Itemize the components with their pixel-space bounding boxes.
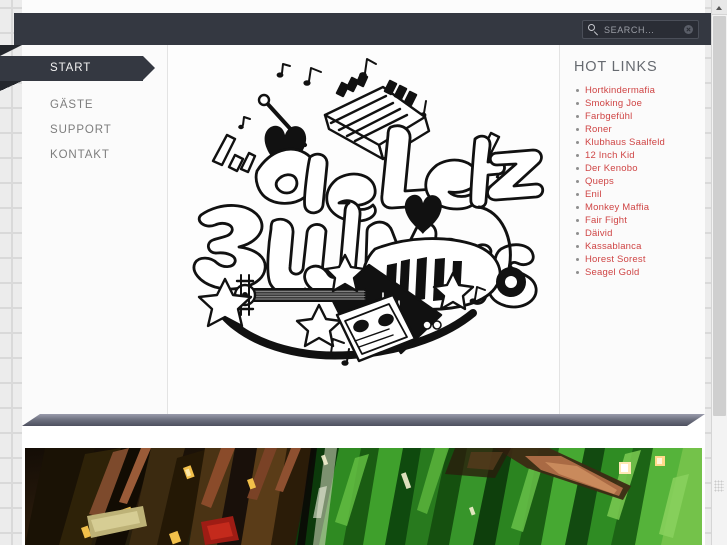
hot-links-list: Hortkindermafia Smoking Joe Farbgefühl R…	[571, 84, 701, 279]
artwork-panel	[168, 45, 560, 414]
list-item[interactable]: Farbgefühl	[576, 110, 701, 123]
nav-gap	[22, 81, 167, 93]
hot-links-panel: HOT LINKS Hortkindermafia Smoking Joe Fa…	[560, 45, 705, 414]
sidebar-item-gaeste[interactable]: GÄSTE	[22, 93, 167, 118]
sidebar-nav: START GÄSTE SUPPORT KONTAKT	[0, 45, 168, 414]
footer-banner-image	[25, 448, 702, 545]
list-item[interactable]: 12 Inch Kid	[576, 149, 701, 162]
list-item[interactable]: Hortkindermafia	[576, 84, 701, 97]
list-item[interactable]: Däivid	[576, 227, 701, 240]
sidebar-item-support[interactable]: SUPPORT	[22, 118, 167, 143]
main-content-area: START GÄSTE SUPPORT KONTAKT HOT LINKS Ho…	[0, 45, 705, 414]
scrollbar-grip-icon	[714, 480, 724, 492]
list-item[interactable]: Kassablanca	[576, 240, 701, 253]
sheet-top-strip	[22, 0, 705, 13]
list-item[interactable]: Monkey Maffia	[576, 201, 701, 214]
list-item[interactable]: Horest Sorest	[576, 253, 701, 266]
sidebar-item-kontakt[interactable]: KONTAKT	[22, 143, 167, 168]
footer-banner-svg	[25, 448, 702, 545]
sidebar-item-start[interactable]: START	[0, 56, 155, 91]
search-icon	[588, 24, 599, 35]
list-item[interactable]: Roner	[576, 123, 701, 136]
header-ribbon-fold	[0, 45, 22, 56]
panel-shadow-bar	[22, 414, 705, 426]
graffiti-artwork	[168, 45, 559, 414]
graffiti-artwork-svg	[192, 58, 544, 366]
clear-search-icon[interactable]	[684, 25, 693, 34]
list-item[interactable]: Klubhaus Saalfeld	[576, 136, 701, 149]
list-item[interactable]: Fair Fight	[576, 214, 701, 227]
site-header: SEARCH...	[14, 13, 713, 45]
footer-banner	[22, 426, 705, 545]
list-item[interactable]: Der Kenobo	[576, 162, 701, 175]
list-item[interactable]: Enil	[576, 188, 701, 201]
list-item[interactable]: Smoking Joe	[576, 97, 701, 110]
search-box[interactable]: SEARCH...	[582, 20, 699, 39]
hot-links-title: HOT LINKS	[574, 59, 658, 75]
list-item[interactable]: Queps	[576, 175, 701, 188]
scrollbar-thumb[interactable]	[713, 16, 726, 416]
search-input[interactable]: SEARCH...	[604, 25, 684, 35]
browser-scrollbar[interactable]	[711, 0, 727, 545]
list-item[interactable]: Seagel Gold	[576, 266, 701, 279]
nav-list: START GÄSTE SUPPORT KONTAKT	[0, 56, 167, 168]
scroll-up-arrow-icon[interactable]	[712, 0, 727, 15]
